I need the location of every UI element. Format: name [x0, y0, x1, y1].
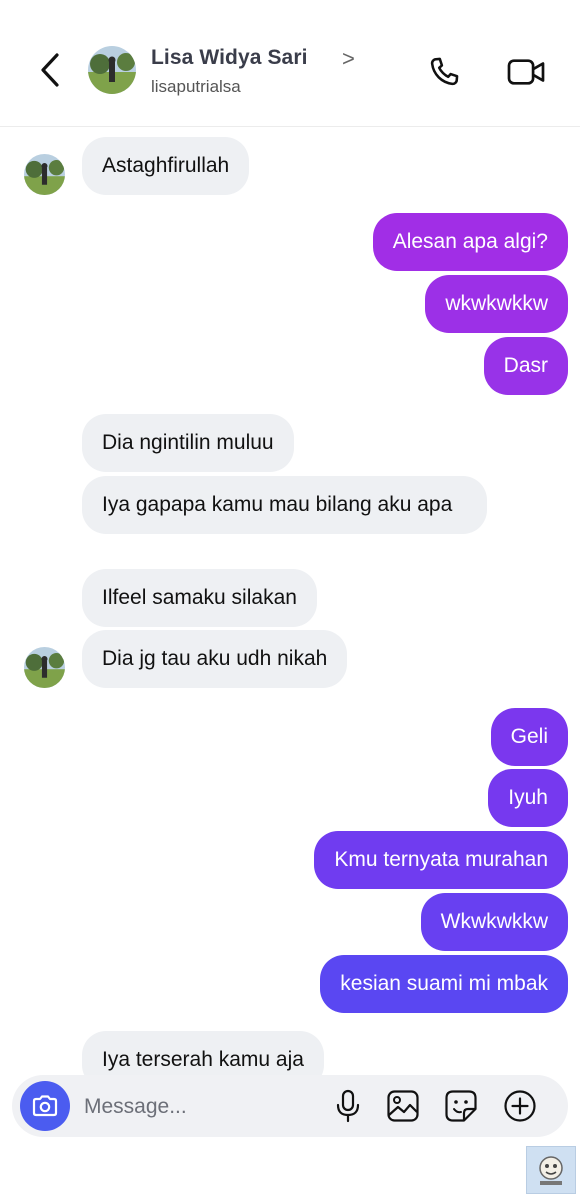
- video-call-button[interactable]: [502, 50, 550, 94]
- plus-icon: [504, 1090, 536, 1122]
- message-input[interactable]: [82, 1089, 306, 1125]
- incoming-message[interactable]: Dia ngintilin muluu: [82, 414, 294, 472]
- outgoing-message[interactable]: kesian suami mi mbak: [320, 955, 568, 1013]
- mascot-icon: [539, 1156, 563, 1185]
- sender-avatar[interactable]: [24, 647, 65, 688]
- camera-button[interactable]: [20, 1081, 70, 1131]
- profile-avatar[interactable]: [88, 46, 136, 94]
- back-icon: [41, 53, 59, 87]
- outgoing-message[interactable]: wkwkwkkw: [425, 275, 568, 333]
- outgoing-message[interactable]: Wkwkwkkw: [420, 893, 568, 951]
- sticker-icon: [445, 1090, 477, 1122]
- outgoing-message[interactable]: Geli: [490, 708, 568, 766]
- image-icon: [387, 1090, 419, 1122]
- contact-username: lisaputrialsa: [151, 77, 241, 96]
- gallery-button[interactable]: [385, 1088, 421, 1124]
- incoming-message[interactable]: Ilfeel samaku silakan: [82, 569, 317, 627]
- watermark-logo: [526, 1146, 576, 1194]
- microphone-icon: [336, 1089, 360, 1123]
- outgoing-message[interactable]: Dasr: [483, 337, 568, 395]
- voice-call-button[interactable]: [422, 50, 466, 94]
- sticker-button[interactable]: [443, 1088, 479, 1124]
- incoming-message[interactable]: Astaghfirullah: [82, 137, 250, 195]
- more-options-button[interactable]: [502, 1088, 538, 1124]
- outgoing-message[interactable]: Iyuh: [488, 769, 568, 827]
- contact-name[interactable]: Lisa Widya Sari: [151, 46, 308, 70]
- back-button[interactable]: [30, 48, 70, 92]
- voice-message-button[interactable]: [330, 1088, 366, 1124]
- message-composer: [12, 1075, 568, 1137]
- outgoing-message[interactable]: Kmu ternyata murahan: [314, 831, 568, 889]
- chevron-right-icon[interactable]: >: [342, 46, 355, 72]
- sender-avatar[interactable]: [24, 154, 65, 195]
- incoming-message[interactable]: Iya gapapa kamu mau bilang aku apa: [82, 476, 487, 534]
- video-camera-icon: [507, 59, 545, 85]
- chat-header: Lisa Widya Sari > lisaputrialsa: [0, 0, 580, 127]
- camera-icon: [32, 1095, 58, 1117]
- phone-icon: [430, 57, 459, 86]
- outgoing-message[interactable]: Alesan apa algi?: [372, 213, 568, 271]
- incoming-message[interactable]: Dia jg tau aku udh nikah: [82, 630, 348, 688]
